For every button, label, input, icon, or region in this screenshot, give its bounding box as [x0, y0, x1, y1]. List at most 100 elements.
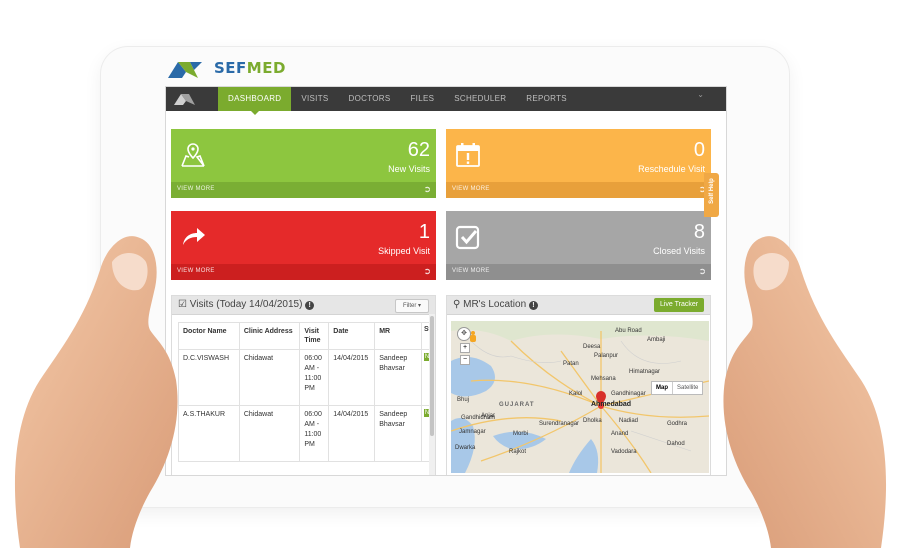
new-visits-label: New Visits	[388, 164, 430, 174]
map-label: GUJARAT	[499, 402, 535, 408]
visits-panel: ☑ Visits (Today 14/04/2015) ! Filter ▾ D…	[171, 295, 436, 475]
caret-down-icon: ▾	[418, 303, 422, 309]
arrow-circle-icon[interactable]: ➲	[423, 184, 431, 195]
nav-item-reports[interactable]: REPORTS	[516, 87, 577, 111]
pegman-icon[interactable]	[469, 331, 477, 343]
table-scrollbar[interactable]	[429, 314, 435, 475]
map-type-satellite-button[interactable]: Satellite	[673, 382, 702, 394]
arrow-circle-icon[interactable]: ➲	[423, 266, 431, 277]
map-canvas[interactable]	[451, 321, 709, 473]
map-label: Nadiad	[619, 418, 639, 424]
self-help-label: Self Help	[709, 178, 715, 204]
nav-item-visits[interactable]: VISITS	[291, 87, 338, 111]
map-label: Patan	[563, 361, 579, 367]
map-type-toggle[interactable]: Map Satellite	[651, 381, 704, 395]
closed-count: 8	[693, 221, 705, 243]
arrow-circle-icon[interactable]: ➲	[698, 266, 706, 277]
tile-closed-visits[interactable]: 8 Closed Visits VIEW MORE ➲	[446, 211, 711, 280]
tile-skipped-visit[interactable]: 1 Skipped Visit VIEW MORE ➲	[171, 211, 436, 280]
map-type-map-button[interactable]: Map	[652, 382, 673, 394]
map-label: Dwarka	[455, 445, 476, 451]
map-label: Deesa	[583, 344, 601, 350]
map-marker-icon	[181, 143, 205, 167]
view-more-link[interactable]: VIEW MORE	[452, 268, 490, 274]
skipped-label: Skipped Visit	[378, 246, 430, 256]
map-label: Mehsana	[591, 376, 616, 382]
nav-item-doctors[interactable]: DOCTORS	[339, 87, 401, 111]
table-row[interactable]: A.S.THAKUR Chidawat 06:00 AM - 11:00 PM …	[178, 405, 435, 462]
location-panel-title: ⚲ MR's Location !	[453, 299, 538, 310]
col-mr[interactable]: MR	[374, 322, 422, 350]
cell-mr: Sandeep Bhavsar	[374, 349, 422, 406]
map-label: Vadodara	[611, 449, 637, 455]
col-visit-time[interactable]: Visit Time	[299, 322, 330, 350]
cell-doctor: D.C.VISWASH	[178, 349, 240, 406]
tile-footer[interactable]: VIEW MORE ➲	[446, 182, 711, 198]
table-header-row: Doctor Name Clinic Address Visit Time Da…	[178, 322, 435, 350]
nav-item-files[interactable]: FILES	[401, 87, 445, 111]
reschedule-count: 0	[693, 139, 705, 161]
map-label: Kalol	[569, 391, 583, 397]
brand-name: SEFMED	[214, 59, 286, 77]
cell-date: 14/04/2015	[328, 349, 376, 406]
map-label: Gandhidham	[461, 415, 496, 421]
table-row[interactable]: D.C.VISWASH Chidawat 06:00 AM - 11:00 PM…	[178, 349, 435, 406]
map-label: Anand	[611, 431, 629, 437]
map-label: Ambaji	[647, 337, 666, 343]
app-screen: DASHBOARD VISITS DOCTORS FILES SCHEDULER…	[165, 86, 727, 476]
location-title-text: MR's Location	[463, 299, 527, 310]
cell-mr: Sandeep Bhavsar	[374, 405, 422, 462]
tile-new-visits[interactable]: 62 New Visits VIEW MORE ➲	[171, 129, 436, 198]
map-label: Rajkot	[509, 449, 527, 455]
col-doctor-name[interactable]: Doctor Name	[178, 322, 240, 350]
reschedule-label: Reschedule Visit	[638, 164, 705, 174]
zoom-in-icon[interactable]: +	[460, 343, 470, 353]
mr-location-map[interactable]: ✥ + − Map Satellite Abu Road Ambaji Pala…	[451, 321, 709, 473]
tile-footer[interactable]: VIEW MORE ➲	[171, 264, 436, 280]
live-tracker-button[interactable]: Live Tracker	[654, 298, 704, 312]
visits-title-text: Visits (Today 14/04/2015)	[189, 299, 303, 310]
nav-item-dashboard[interactable]: DASHBOARD	[218, 87, 292, 115]
app-logo-icon[interactable]	[172, 91, 200, 107]
tile-footer[interactable]: VIEW MORE ➲	[446, 264, 711, 280]
view-more-link[interactable]: VIEW MORE	[452, 186, 490, 192]
checkbox-icon	[455, 225, 480, 250]
map-label: Dahod	[667, 441, 685, 447]
cell-clinic: Chidawat	[238, 405, 301, 462]
cell-time: 06:00 AM - 11:00 PM	[299, 405, 330, 462]
cell-clinic: Chidawat	[238, 349, 301, 406]
filter-button[interactable]: Filter ▾	[395, 299, 429, 313]
nav-item-scheduler[interactable]: SCHEDULER	[444, 87, 516, 111]
right-hand	[718, 230, 901, 549]
closed-label: Closed Visits	[653, 246, 705, 256]
map-label: Godhra	[667, 421, 688, 427]
map-label: Dholka	[583, 418, 602, 424]
visits-panel-title: ☑ Visits (Today 14/04/2015) !	[178, 299, 315, 310]
nav-items: DASHBOARD VISITS DOCTORS FILES SCHEDULER…	[218, 87, 577, 115]
tile-footer[interactable]: VIEW MORE ➲	[171, 182, 436, 198]
view-more-link[interactable]: VIEW MORE	[177, 186, 215, 192]
map-label: Ahmedabad	[591, 401, 632, 408]
cell-doctor: A.S.THAKUR	[178, 405, 240, 462]
col-clinic-address[interactable]: Clinic Address	[238, 322, 301, 350]
new-visits-count: 62	[407, 139, 430, 161]
col-date[interactable]: Date	[328, 322, 376, 350]
skipped-count: 1	[418, 221, 430, 243]
map-label: Morbi	[513, 431, 529, 437]
chevron-down-icon[interactable]: ⌄	[697, 90, 704, 99]
left-hand	[0, 230, 186, 549]
calendar-alert-icon	[456, 143, 480, 167]
tile-reschedule-visit[interactable]: 0 Reschedule Visit VIEW MORE ➲	[446, 129, 711, 198]
brand-header: SEFMED	[168, 56, 286, 80]
cell-date: 14/04/2015	[328, 405, 376, 462]
zoom-out-icon[interactable]: −	[460, 355, 470, 365]
info-icon[interactable]: !	[305, 301, 315, 310]
self-help-tab[interactable]: Self Help	[704, 173, 719, 217]
map-label: Bhuj	[457, 397, 470, 403]
map-label: Jamnagar	[459, 429, 486, 435]
visits-table-wrap: Doctor Name Clinic Address Visit Time Da…	[178, 322, 435, 462]
location-panel-header: ⚲ MR's Location ! Live Tracker	[447, 296, 710, 315]
visits-table: Doctor Name Clinic Address Visit Time Da…	[178, 322, 435, 462]
visits-panel-header: ☑ Visits (Today 14/04/2015) ! Filter ▾	[172, 296, 435, 315]
info-icon[interactable]: !	[528, 301, 538, 310]
